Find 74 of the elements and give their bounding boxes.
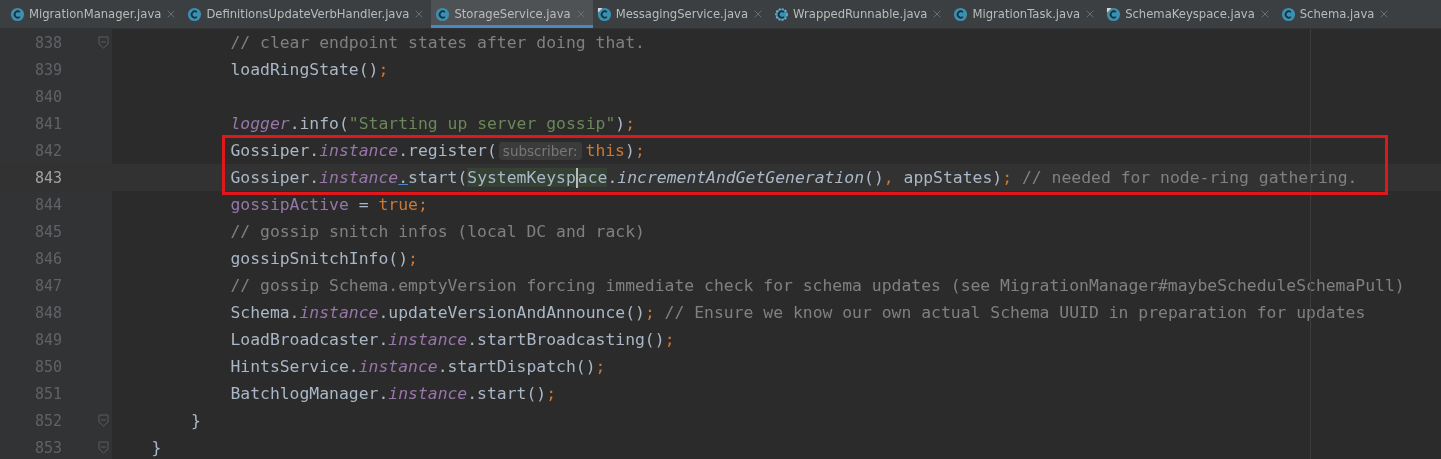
class-icon [10, 6, 25, 22]
code-token: .startDispatch() [437, 357, 596, 376]
code-token: } [151, 438, 162, 457]
code-token: ; [625, 114, 636, 133]
code-token: instance [388, 384, 468, 403]
code-token: = [357, 195, 370, 214]
code-token: "Starting up server gossip" [348, 114, 616, 133]
code-token: start( [408, 168, 468, 187]
fold-marker-icon[interactable] [98, 36, 109, 49]
code-token: gossipSnitchInfo() [230, 249, 409, 268]
code-comment: // gossip snitch infos (local DC and rack) [230, 222, 645, 241]
code-comment: // gossip Schema.emptyVersion forcing immediate check for schema updates (see MigrationManager#maybeScheduleSchemaPull) [230, 276, 1405, 295]
code-token: HintsService. [230, 357, 359, 376]
file-tab[interactable]: WrappedRunnable.java [770, 0, 950, 28]
code-token: .updateVersionAndAnnounce() [378, 303, 645, 322]
code-token: gossipActive [230, 195, 349, 214]
file-tab[interactable]: StorageService.java [431, 0, 593, 28]
code-token: Schema. [230, 303, 300, 322]
file-tab[interactable]: MigrationManager.java [6, 0, 184, 28]
file-tab[interactable]: MigrationTask.java [949, 0, 1103, 28]
code-token: } [190, 411, 201, 430]
code-token: instance [358, 357, 438, 376]
code-token: ; [664, 330, 675, 349]
code-token: ; [595, 357, 606, 376]
code-token: ace [577, 168, 608, 187]
code-token: ; [1002, 168, 1013, 187]
class-icon [596, 6, 612, 22]
code-token: instance [319, 141, 399, 160]
class-icon [1280, 6, 1296, 22]
code-token: . [398, 168, 409, 187]
class-icon [435, 6, 451, 22]
class-icon [774, 6, 790, 22]
code-token: Gossiper. [230, 141, 320, 160]
code-token: instance [388, 330, 468, 349]
file-tab[interactable]: SchemaKeyspace.java [1102, 0, 1277, 28]
code-token: logger [230, 114, 290, 133]
code-token: true; [378, 195, 428, 214]
code-token: .register( [398, 141, 497, 160]
class-icon [187, 6, 203, 22]
code-token: SystemKeysp [467, 168, 576, 187]
code-comment: // clear endpoint states after doing that. [230, 33, 645, 52]
code-comment: // Ensure we know our own actual Schema UUID in preparation for updates [663, 303, 1366, 322]
code-token: ; [644, 303, 655, 322]
code-token: ; [634, 141, 645, 160]
code-token: appStates) [902, 168, 1003, 187]
code-token: .startBroadcasting() [467, 330, 665, 349]
code-token: loadRingState() [230, 60, 379, 79]
line-number: 843 [33, 168, 62, 187]
code-token: this [585, 141, 625, 160]
code-token: ; [546, 384, 557, 403]
code-token: ) [615, 114, 626, 133]
code-token: . [607, 168, 618, 187]
code-token: ) [625, 141, 635, 160]
fold-marker-icon[interactable] [98, 441, 109, 454]
code-comment: // needed for node-ring gathering. [1020, 168, 1358, 187]
code-token: instance [299, 303, 379, 322]
file-tab[interactable]: Schema.java [1276, 0, 1397, 28]
file-tab[interactable]: DefinitionsUpdateVerbHandler.java [183, 0, 432, 28]
fold-marker-icon[interactable] [98, 414, 109, 427]
code-token: instance [319, 168, 399, 187]
code-token: ; [378, 60, 389, 79]
code-token: , [883, 168, 894, 187]
code-token: .start() [467, 384, 547, 403]
code-token: incrementAndGetGeneration [617, 168, 864, 187]
code-token: ; [408, 249, 418, 268]
code-token: BatchlogManager. [230, 384, 389, 403]
code-token: LoadBroadcaster. [230, 330, 389, 349]
parameter-hint: subscriber: [498, 141, 582, 160]
class-icon [953, 6, 969, 22]
file-tab[interactable]: MessagingService.java [592, 0, 771, 28]
code-token: Gossiper. [230, 168, 320, 187]
code-token: .info( [289, 114, 349, 133]
class-icon [1106, 6, 1122, 22]
code-token: () [864, 168, 884, 187]
